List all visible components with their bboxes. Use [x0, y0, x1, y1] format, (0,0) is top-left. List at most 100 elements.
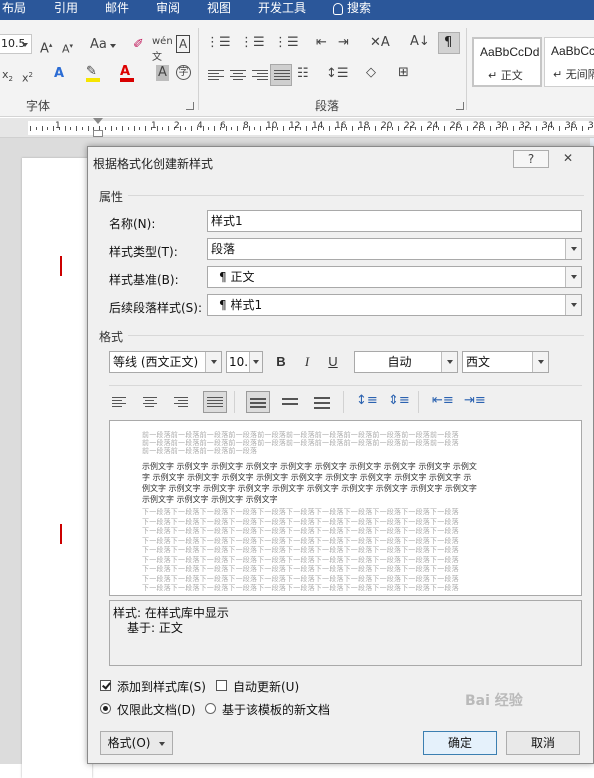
horizontal-ruler[interactable]: 11246810121416182022242628303234363840 — [0, 118, 594, 138]
close-button[interactable]: ✕ — [550, 150, 586, 168]
single-spacing-icon — [250, 398, 266, 410]
ruler-tick — [254, 127, 256, 130]
show-marks-button[interactable]: ¶ — [438, 32, 460, 54]
double-spacing-icon[interactable] — [314, 397, 330, 409]
change-case-icon[interactable]: Aa — [90, 37, 116, 53]
superscript-icon[interactable]: x2 — [22, 67, 33, 87]
divider — [343, 391, 344, 413]
dropdown-button[interactable] — [565, 295, 581, 315]
ruler-tick — [306, 126, 307, 131]
auto-update-label[interactable]: 自动更新(U) — [233, 678, 299, 695]
font-dialog-launcher-icon[interactable] — [186, 102, 194, 110]
dropdown-button[interactable] — [441, 352, 457, 372]
numbering-icon[interactable]: ⋮☰ — [240, 35, 265, 51]
align-right-icon[interactable] — [252, 70, 268, 82]
dropdown-button[interactable] — [532, 352, 548, 372]
first-line-indent-marker[interactable] — [93, 118, 103, 124]
asian-layout-icon[interactable]: ✕A — [370, 35, 390, 51]
style-type-select[interactable]: 段落 — [207, 238, 582, 260]
italic-button[interactable]: I — [295, 351, 319, 373]
ruler-tick — [398, 126, 399, 131]
ok-button[interactable]: 确定 — [423, 731, 497, 755]
shrink-font-icon[interactable]: A▾ — [62, 38, 73, 58]
tab-references[interactable]: 引用 — [54, 0, 78, 16]
clear-formatting-icon[interactable]: ✐ — [133, 37, 144, 53]
borders-icon[interactable]: ⊞ — [398, 65, 409, 81]
sort-icon[interactable]: A↓ — [410, 34, 430, 50]
font-size-combo[interactable]: 10.5 — [0, 34, 32, 54]
decrease-indent-icon[interactable]: ⇤ — [316, 35, 327, 51]
font-select[interactable]: 等线 (西文正文) — [109, 351, 222, 373]
tab-mailings[interactable]: 邮件 — [105, 0, 129, 16]
character-border-icon[interactable]: A — [176, 35, 191, 53]
grow-font-icon[interactable]: A▴ — [40, 37, 52, 57]
tab-view[interactable]: 视图 — [207, 0, 231, 16]
divider — [128, 195, 584, 196]
font-color-select[interactable]: 自动 — [354, 351, 458, 373]
cancel-button[interactable]: 取消 — [506, 731, 580, 755]
underline-button[interactable]: U — [321, 351, 345, 373]
script-select[interactable]: 西文 — [462, 351, 549, 373]
phonetic-guide-icon[interactable]: wén 文 — [152, 34, 173, 66]
distributed-icon[interactable]: ☷ — [297, 66, 309, 82]
align-left-icon[interactable] — [112, 397, 128, 409]
tab-developer[interactable]: 开发工具 — [258, 0, 306, 16]
add-to-gallery-checkbox[interactable] — [100, 680, 111, 691]
style-name: ↵ 无间隔 — [553, 68, 594, 81]
next-style-select[interactable]: ¶ 样式1 — [207, 294, 582, 316]
style-normal[interactable]: AaBbCcDd ↵ 正文 — [472, 37, 542, 87]
line-spacing-icon[interactable]: ↕☰ — [326, 66, 349, 82]
dropdown-button[interactable] — [565, 239, 581, 259]
paragraph-dialog-launcher-icon[interactable] — [456, 102, 464, 110]
enclose-characters-icon[interactable]: 字 — [176, 65, 191, 80]
justify-button[interactable] — [270, 64, 292, 86]
font-color-icon[interactable]: A — [120, 64, 134, 82]
script-value: 西文 — [466, 355, 491, 369]
document-page[interactable] — [22, 158, 92, 778]
new-documents-radio[interactable] — [205, 703, 216, 714]
auto-update-checkbox[interactable] — [216, 680, 227, 691]
justify-icon — [207, 397, 223, 409]
decrease-paragraph-spacing-icon[interactable]: ⇕≡ — [388, 393, 410, 409]
justify-button[interactable] — [203, 391, 227, 413]
highlight-icon[interactable]: ✎ — [86, 64, 100, 82]
style-no-spacing[interactable]: AaBbCcDd ↵ 无间隔 — [544, 37, 594, 87]
only-this-document-label[interactable]: 仅限此文档(D) — [117, 701, 196, 718]
bold-button[interactable]: B — [269, 351, 293, 373]
tell-me-search[interactable]: 搜索 — [333, 0, 371, 16]
ruler-tick — [185, 127, 187, 130]
new-documents-label[interactable]: 基于该模板的新文档 — [222, 701, 330, 718]
decrease-indent-icon[interactable]: ⇤≡ — [432, 393, 454, 409]
multilevel-list-icon[interactable]: ⋮☰ — [274, 35, 299, 51]
help-button[interactable]: ? — [513, 150, 549, 168]
increase-paragraph-spacing-icon[interactable]: ↕≡ — [356, 393, 378, 409]
subscript-icon[interactable]: x2 — [2, 67, 13, 87]
dropdown-button[interactable] — [565, 267, 581, 287]
tab-review[interactable]: 审阅 — [156, 0, 180, 16]
left-indent-marker[interactable] — [93, 130, 103, 137]
align-center-icon[interactable] — [143, 397, 159, 409]
align-center-icon[interactable] — [230, 70, 246, 82]
style-name-input[interactable]: 样式1 — [207, 210, 582, 232]
text-effects-icon[interactable]: A — [54, 66, 64, 82]
align-right-icon[interactable] — [174, 397, 190, 409]
dropdown-button[interactable] — [249, 352, 262, 372]
style-base-select[interactable]: ¶ 正文 — [207, 266, 582, 288]
only-this-document-radio[interactable] — [100, 703, 111, 714]
tab-layout[interactable]: 布局 — [2, 0, 26, 16]
one-half-spacing-icon[interactable] — [282, 398, 298, 410]
single-spacing-button[interactable] — [246, 391, 270, 413]
align-left-icon[interactable] — [208, 70, 224, 82]
ruler-number: 1 — [151, 121, 157, 131]
font-size-select[interactable]: 10.5 — [226, 351, 263, 373]
ruler-tick — [139, 127, 141, 130]
ruler-tick — [467, 126, 468, 131]
bullets-icon[interactable]: ⋮☰ — [206, 35, 231, 51]
increase-indent-icon[interactable]: ⇥ — [338, 35, 349, 51]
character-shading-icon[interactable]: A — [156, 65, 169, 81]
dropdown-button[interactable] — [205, 352, 221, 372]
add-to-gallery-label[interactable]: 添加到样式库(S) — [117, 678, 206, 695]
increase-indent-icon[interactable]: ⇥≡ — [464, 393, 486, 409]
shading-icon[interactable]: ◇ — [366, 65, 376, 81]
format-button[interactable]: 格式(O) — [100, 731, 173, 755]
